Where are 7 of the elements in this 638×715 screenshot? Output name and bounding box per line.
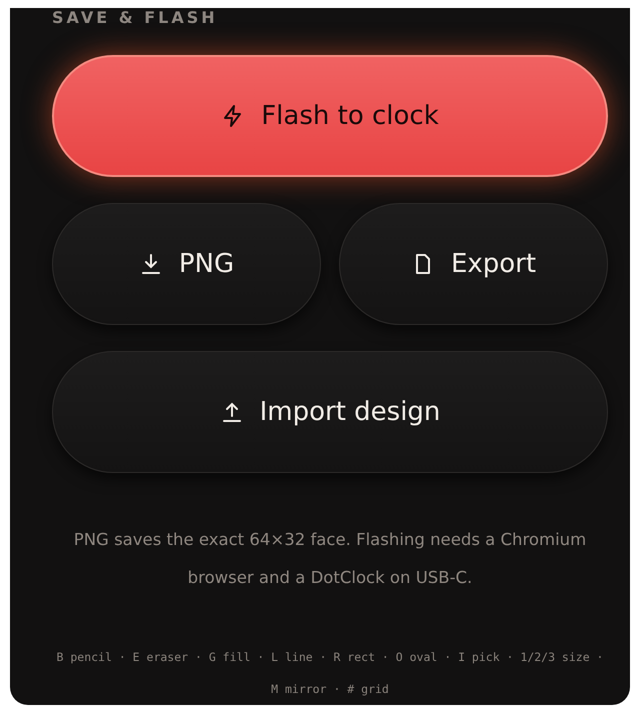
section-heading: SAVE & FLASH <box>52 8 218 27</box>
shortcut-list: B pencil · E eraser · G fill · L line · R rect · O oval · I pick · 1/2/3 size · M mirror · # grid <box>52 641 608 705</box>
flash-button[interactable]: Flash to clock <box>52 55 608 177</box>
action-button[interactable]: Import design <box>52 351 608 473</box>
help-text: PNG saves the exact 64×32 face. Flashing needs a Chromium browser and a DotClock on USB-C. <box>72 529 588 589</box>
action-button[interactable]: PNG <box>52 203 321 325</box>
action-button[interactable]: Export <box>339 203 608 325</box>
